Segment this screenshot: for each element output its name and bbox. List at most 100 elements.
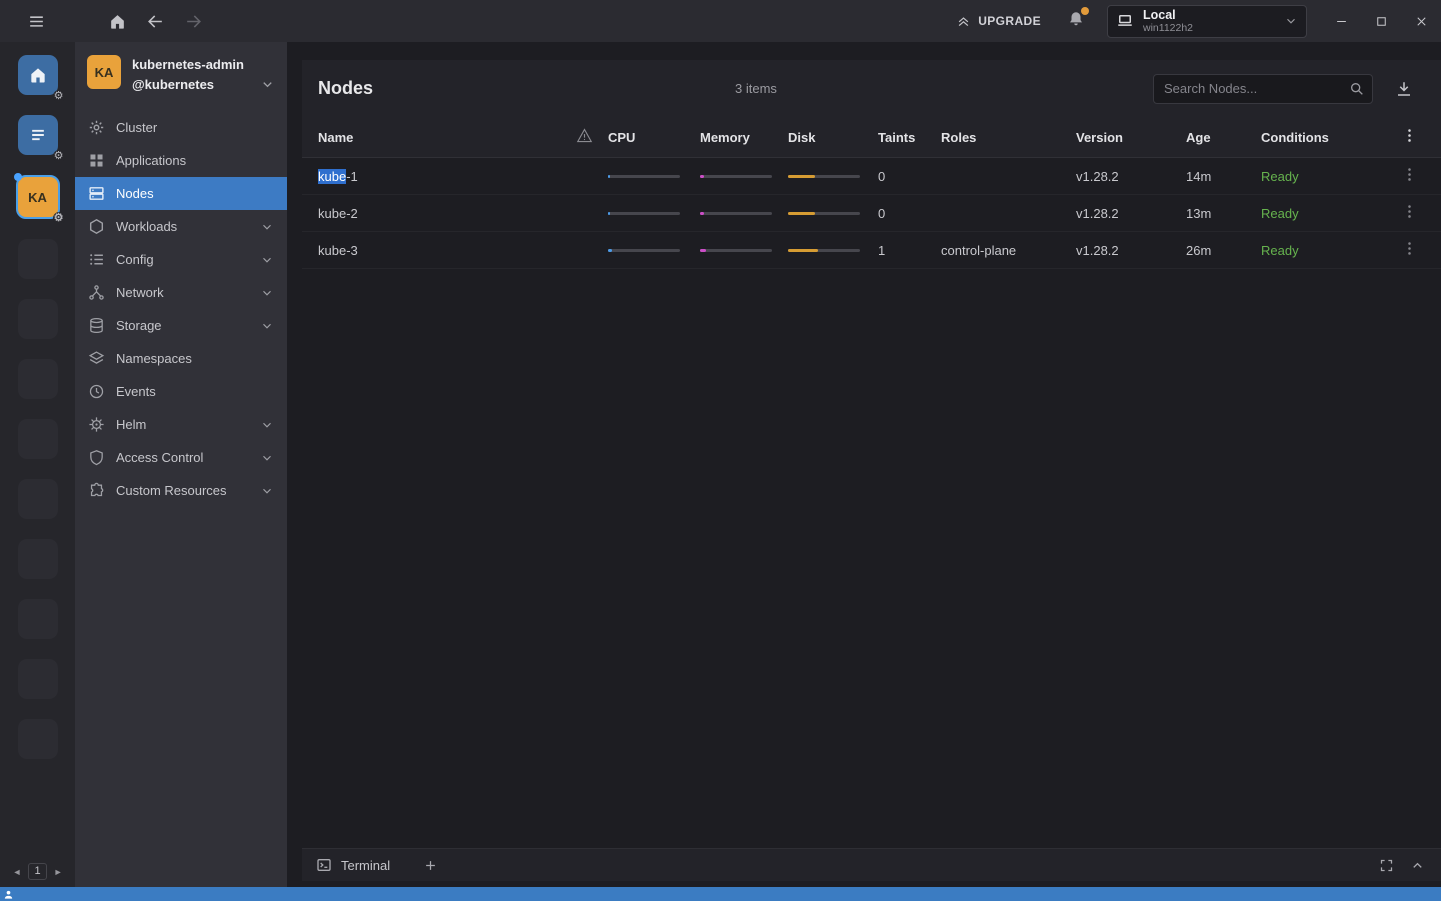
node-name[interactable]: kube-1 <box>302 169 576 184</box>
search-input[interactable] <box>1153 74 1373 104</box>
search-icon[interactable] <box>1349 81 1365 97</box>
forward-icon[interactable] <box>184 12 203 31</box>
table-menu-icon[interactable] <box>1401 127 1418 144</box>
back-icon[interactable] <box>146 12 165 31</box>
page-title: Nodes <box>318 78 373 99</box>
items-count: 3 items <box>735 81 777 96</box>
column-header-age[interactable]: Age <box>1186 130 1261 145</box>
column-header-roles[interactable]: Roles <box>941 130 1076 145</box>
disk-cell <box>788 249 878 252</box>
sidebar-item-access-control[interactable]: Access Control <box>75 441 287 474</box>
node-row[interactable]: kube-20v1.28.213mReady <box>302 195 1441 232</box>
disk-usage-bar <box>788 249 860 252</box>
active-cluster-tile[interactable]: KA ⚙ <box>16 175 60 219</box>
sidebar-item-namespaces[interactable]: Namespaces <box>75 342 287 375</box>
search-box <box>1153 74 1373 104</box>
next-page-icon[interactable]: ► <box>54 867 63 877</box>
row-menu-icon[interactable] <box>1401 203 1418 220</box>
close-icon <box>1414 14 1429 29</box>
column-header-disk[interactable]: Disk <box>788 130 878 145</box>
hotbar-empty-slot[interactable] <box>18 239 58 279</box>
close-button[interactable] <box>1401 0 1441 42</box>
hotbar-empty-slot[interactable] <box>18 419 58 459</box>
sidebar-item-nodes[interactable]: Nodes <box>75 177 287 210</box>
sidebar-item-label: Applications <box>116 153 186 168</box>
column-header-memory[interactable]: Memory <box>700 130 788 145</box>
memory-usage-bar <box>700 249 772 252</box>
sidebar-item-storage[interactable]: Storage <box>75 309 287 342</box>
helm-icon <box>88 416 105 433</box>
hotbar-empty-slot[interactable] <box>18 659 58 699</box>
page-header: Nodes 3 items <box>302 60 1441 117</box>
online-dot <box>14 173 22 181</box>
hotbar-empty-slot[interactable] <box>18 299 58 339</box>
prev-page-icon[interactable]: ◄ <box>13 867 22 877</box>
chevron-down-icon[interactable] <box>260 220 274 234</box>
cluster-avatar: KA <box>87 55 121 89</box>
column-header-taints[interactable]: Taints <box>878 130 941 145</box>
node-row[interactable]: kube-31control-planev1.28.226mReady <box>302 232 1441 269</box>
lens-app-window: UPGRADE Local win1122h2 <box>0 0 1441 901</box>
minimize-button[interactable] <box>1321 0 1361 42</box>
sidebar-item-events[interactable]: Events <box>75 375 287 408</box>
column-header-version[interactable]: Version <box>1076 130 1186 145</box>
sidebar-item-config[interactable]: Config <box>75 243 287 276</box>
hotbar-rail: ⚙ ⚙ KA ⚙ ◄ 1 ► <box>0 42 75 887</box>
node-version: v1.28.2 <box>1076 169 1186 184</box>
config-icon <box>88 251 105 268</box>
account-header[interactable]: KA kubernetes-admin@kubernetes <box>75 42 287 111</box>
node-roles: control-plane <box>941 243 1076 258</box>
row-menu-icon[interactable] <box>1401 166 1418 183</box>
header-kebab-cell <box>1401 127 1441 147</box>
hotbar-empty-slot[interactable] <box>18 479 58 519</box>
hotbar-empty-slot[interactable] <box>18 359 58 399</box>
sidebar-item-applications[interactable]: Applications <box>75 144 287 177</box>
node-taints: 0 <box>878 206 941 221</box>
new-terminal-tab-icon[interactable] <box>423 858 438 873</box>
user-icon[interactable] <box>3 889 14 900</box>
upgrade-button[interactable]: UPGRADE <box>956 14 1041 29</box>
maximize-icon <box>1374 14 1389 29</box>
catalog-list-tile[interactable]: ⚙ <box>18 115 58 155</box>
chevron-down-icon[interactable] <box>260 418 274 432</box>
chevron-down-icon[interactable] <box>260 319 274 333</box>
sidebar-item-custom-resources[interactable]: Custom Resources <box>75 474 287 507</box>
node-taints: 1 <box>878 243 941 258</box>
chevron-down-icon[interactable] <box>260 484 274 498</box>
hamburger-menu-icon[interactable] <box>27 12 46 31</box>
sidebar-item-workloads[interactable]: Workloads <box>75 210 287 243</box>
expand-dock-icon[interactable] <box>1379 858 1394 873</box>
column-header-conditions[interactable]: Conditions <box>1261 130 1401 145</box>
download-icon[interactable] <box>1395 80 1413 98</box>
node-name[interactable]: kube-3 <box>302 243 576 258</box>
chevron-down-icon[interactable] <box>260 286 274 300</box>
sidebar-item-helm[interactable]: Helm <box>75 408 287 441</box>
open-dock-icon[interactable] <box>1410 858 1425 873</box>
hotbar-empty-slot[interactable] <box>18 599 58 639</box>
hotbar-empty-slot[interactable] <box>18 719 58 759</box>
home-icon <box>28 65 48 85</box>
row-menu-icon[interactable] <box>1401 240 1418 257</box>
terminal-tab[interactable]: Terminal <box>341 858 390 873</box>
sidebar-item-network[interactable]: Network <box>75 276 287 309</box>
warning-icon <box>576 127 593 144</box>
node-name[interactable]: kube-2 <box>302 206 576 221</box>
notifications-button[interactable] <box>1067 10 1085 33</box>
hotbar-empty-slot[interactable] <box>18 539 58 579</box>
dock-controls <box>1379 858 1441 873</box>
chevron-down-icon[interactable] <box>260 451 274 465</box>
sidebar-item-cluster[interactable]: Cluster <box>75 111 287 144</box>
node-conditions: Ready <box>1261 243 1401 258</box>
catalog-home-tile[interactable]: ⚙ <box>18 55 58 95</box>
column-header-cpu[interactable]: CPU <box>608 130 700 145</box>
column-header-name[interactable]: Name <box>302 130 576 145</box>
maximize-button[interactable] <box>1361 0 1401 42</box>
home-icon[interactable] <box>108 12 127 31</box>
selected-text: kube <box>318 169 346 184</box>
chevron-down-icon[interactable] <box>260 253 274 267</box>
node-row[interactable]: kube-10v1.28.214mReady <box>302 158 1441 195</box>
node-age: 13m <box>1186 206 1261 221</box>
cluster-sidebar: KA kubernetes-admin@kubernetes Cluster Ap… <box>75 42 287 887</box>
cluster-switcher-dropdown[interactable]: Local win1122h2 <box>1107 5 1307 38</box>
table-empty-space <box>287 269 1441 848</box>
